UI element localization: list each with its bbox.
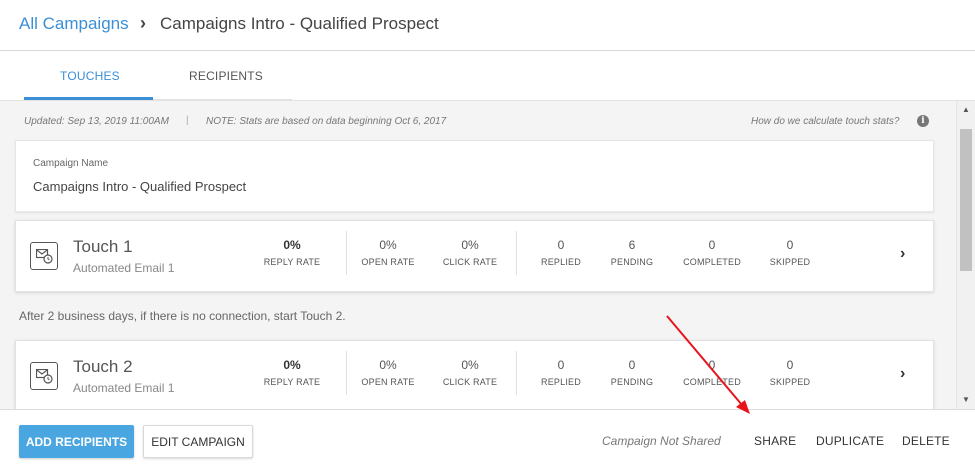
stat-open-rate: 0% OPEN RATE: [361, 238, 415, 267]
touch-stats-help-link[interactable]: How do we calculate touch stats?: [751, 116, 899, 127]
delete-button[interactable]: DELETE: [902, 434, 950, 448]
stat-replied: 0 REPLIED: [541, 358, 581, 387]
touch-subtitle: Automated Email 1: [73, 261, 175, 275]
share-status-text: Campaign Not Shared: [602, 434, 721, 448]
add-recipients-button[interactable]: ADD RECIPIENTS: [19, 425, 134, 458]
vertical-scrollbar[interactable]: ▲ ▼: [956, 101, 975, 409]
touch-card[interactable]: Touch 1 Automated Email 1 0% REPLY RATE 0…: [15, 220, 934, 292]
edit-campaign-button[interactable]: EDIT CAMPAIGN: [143, 425, 253, 458]
touch-card[interactable]: Touch 2 Automated Email 1 0% REPLY RATE 0…: [15, 340, 934, 409]
page-title: Campaigns Intro - Qualified Prospect: [160, 14, 439, 33]
touch-subtitle: Automated Email 1: [73, 381, 175, 395]
touch-title: Touch 2: [73, 357, 133, 376]
duplicate-button[interactable]: DUPLICATE: [816, 434, 884, 448]
campaign-name-label: Campaign Name: [33, 158, 109, 169]
stat-reply-rate: 0% REPLY RATE: [263, 358, 321, 387]
tab-bar: TOUCHES RECIPIENTS: [0, 51, 975, 101]
tab-touches[interactable]: TOUCHES: [60, 69, 120, 83]
chevron-right-icon[interactable]: ›: [900, 245, 905, 263]
action-footer: ADD RECIPIENTS EDIT CAMPAIGN Campaign No…: [0, 409, 975, 471]
tab-recipients[interactable]: RECIPIENTS: [189, 69, 263, 83]
stat-divider: [516, 351, 517, 395]
email-clock-icon: [30, 362, 58, 390]
chevron-right-icon[interactable]: ›: [900, 365, 905, 383]
scroll-up-icon[interactable]: ▲: [962, 105, 970, 114]
stat-pending: 6 PENDING: [610, 238, 654, 267]
stat-click-rate: 0% CLICK RATE: [442, 238, 498, 267]
active-tab-indicator: [24, 97, 153, 100]
info-icon[interactable]: i: [917, 115, 929, 127]
stat-open-rate: 0% OPEN RATE: [361, 358, 415, 387]
stat-replied: 0 REPLIED: [541, 238, 581, 267]
touch-delay-text: After 2 business days, if there is no co…: [19, 309, 346, 323]
scrollbar-thumb[interactable]: [960, 129, 972, 271]
stat-click-rate: 0% CLICK RATE: [442, 358, 498, 387]
campaign-name-card: Campaign Name Campaigns Intro - Qualifie…: [15, 140, 934, 212]
stat-completed: 0 COMPLETED: [683, 238, 741, 267]
stat-pending: 0 PENDING: [610, 358, 654, 387]
stat-divider: [516, 231, 517, 275]
breadcrumb: All Campaigns › Campaigns Intro - Qualif…: [0, 0, 975, 51]
stat-divider: [346, 351, 347, 395]
tab-divider: [153, 99, 292, 100]
chevron-right-icon: ›: [140, 13, 146, 33]
stat-divider: [346, 231, 347, 275]
stat-reply-rate: 0% REPLY RATE: [263, 238, 321, 267]
scroll-down-icon[interactable]: ▼: [962, 395, 970, 404]
campaign-name-value: Campaigns Intro - Qualified Prospect: [33, 179, 247, 194]
share-button[interactable]: SHARE: [754, 434, 796, 448]
stat-skipped: 0 SKIPPED: [769, 238, 811, 267]
stat-completed: 0 COMPLETED: [683, 358, 741, 387]
touch-title: Touch 1: [73, 237, 133, 256]
touches-panel: Updated: Sep 13, 2019 11:00AM | NOTE: St…: [0, 101, 956, 409]
stats-updated-text: Updated: Sep 13, 2019 11:00AM: [24, 116, 169, 127]
email-clock-icon: [30, 242, 58, 270]
stats-separator: |: [186, 115, 189, 126]
stat-skipped: 0 SKIPPED: [769, 358, 811, 387]
breadcrumb-all-campaigns-link[interactable]: All Campaigns: [19, 14, 129, 34]
stats-note-text: NOTE: Stats are based on data beginning …: [206, 116, 447, 127]
